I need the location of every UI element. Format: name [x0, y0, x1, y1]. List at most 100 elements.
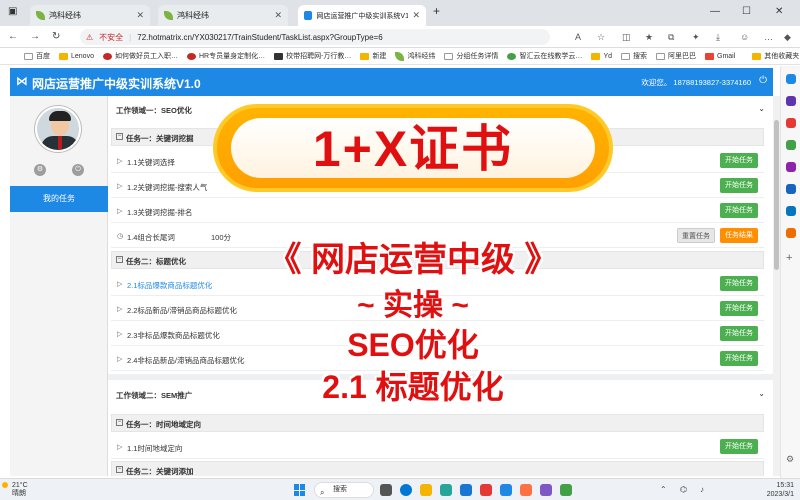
- office-icon[interactable]: [786, 184, 796, 194]
- download-icon[interactable]: ⤓: [716, 32, 720, 43]
- bookmark-hongke[interactable]: 鸿科经纬: [395, 51, 435, 61]
- power-icon[interactable]: ⏻: [759, 75, 767, 86]
- page-scrollbar[interactable]: [773, 96, 780, 476]
- bookmark-group-task[interactable]: 分组任务详情: [444, 51, 498, 61]
- page-icon: [24, 52, 33, 60]
- system-clock[interactable]: 15:31 2023/3/1: [754, 481, 794, 499]
- browser-tab-3-active[interactable]: 网店运营推广中级实训系统V1.0 ✕: [298, 5, 426, 26]
- start-task-button[interactable]: 开始任务: [720, 326, 758, 341]
- bookmark-search[interactable]: 搜索: [621, 51, 647, 61]
- task-view-icon[interactable]: [380, 484, 392, 496]
- close-tab-icon[interactable]: ✕: [412, 10, 420, 21]
- bookmark-recruit[interactable]: 校带招聘网-万行教…: [274, 51, 351, 61]
- refresh-icon[interactable]: ↻: [52, 31, 60, 42]
- scrollbar-thumb[interactable]: [774, 120, 779, 270]
- task-row: ▷ 1.1时间地域定向 开始任务: [111, 435, 764, 459]
- close-window-button[interactable]: ✕: [775, 6, 783, 17]
- settings-icon[interactable]: ⚙: [786, 454, 794, 465]
- bookmark-lenovo[interactable]: Lenovo: [59, 52, 94, 60]
- bookmark-onboarding[interactable]: 如何做好员工入职…: [102, 51, 178, 61]
- search-icon[interactable]: [786, 74, 796, 84]
- bookmark-zhihui[interactable]: 智汇云在线教学云…: [507, 51, 582, 61]
- bookmark-label: 鸿科经纬: [407, 53, 436, 60]
- taskbar-search[interactable]: ⌕ 搜索: [314, 482, 374, 498]
- url-field[interactable]: ⚠ 不安全 | 72.hotmatrix.cn/YX030217/TrainSt…: [80, 29, 550, 45]
- windows-start-icon[interactable]: [294, 484, 306, 496]
- tab-title: 网店运营推广中级实训系统V1.0: [316, 12, 409, 20]
- maximize-button[interactable]: ☐: [742, 6, 751, 17]
- task-label[interactable]: 2.1标品爆款商品标题优化: [127, 280, 212, 291]
- nav-my-tasks[interactable]: 我的任务: [10, 186, 108, 212]
- favorites-icon[interactable]: ★: [645, 32, 653, 43]
- read-aloud-icon[interactable]: A: [575, 32, 581, 42]
- chevron-down-icon[interactable]: ⌄: [758, 389, 765, 398]
- copilot-icon[interactable]: [786, 96, 796, 106]
- app-icon[interactable]: [520, 484, 532, 496]
- collections-icon[interactable]: ⧉: [668, 32, 674, 43]
- new-tab-button[interactable]: +: [433, 4, 440, 18]
- bookmark-other[interactable]: 其他收藏夹: [752, 51, 799, 61]
- app-icon[interactable]: [500, 484, 512, 496]
- outlook-icon[interactable]: [786, 206, 796, 216]
- collapse-icon[interactable]: −: [116, 419, 123, 426]
- wps-icon[interactable]: [480, 484, 492, 496]
- tools-icon[interactable]: [786, 140, 796, 150]
- address-bar-row: ← → ↻ ⚠ 不安全 | 72.hotmatrix.cn/YX030217/T…: [0, 26, 800, 48]
- split-screen-icon[interactable]: ◫: [622, 32, 631, 43]
- bookmark-hr[interactable]: HR专员量身定制化…: [186, 51, 265, 61]
- start-task-button[interactable]: 开始任务: [720, 178, 758, 193]
- task-header-keyword-add[interactable]: − 任务二：关键词添加: [111, 461, 764, 476]
- tab-actions-icon[interactable]: ▣: [8, 6, 17, 17]
- volume-icon[interactable]: ♪: [700, 485, 704, 494]
- store-icon[interactable]: [440, 484, 452, 496]
- extensions-icon[interactable]: ✦: [692, 32, 700, 43]
- settings-icon[interactable]: ⚙: [34, 164, 46, 176]
- bookmark-alibaba[interactable]: 阿里巴巴: [656, 51, 696, 61]
- back-icon[interactable]: ←: [8, 31, 18, 42]
- task-header-time-region[interactable]: − 任务一：时间地域定向: [111, 414, 764, 432]
- close-tab-icon[interactable]: ✕: [136, 10, 144, 21]
- start-task-button[interactable]: 开始任务: [720, 203, 758, 218]
- profile-icon[interactable]: ☺: [740, 32, 749, 42]
- shopping-icon[interactable]: [786, 118, 796, 128]
- reset-task-button[interactable]: 重置任务: [677, 228, 715, 243]
- network-icon[interactable]: ⌬: [680, 485, 687, 494]
- weather-widget[interactable]: 21°C 晴朗: [12, 482, 28, 498]
- logout-icon[interactable]: ⏻: [72, 164, 84, 176]
- bookmark-new[interactable]: 新建: [360, 51, 386, 61]
- task-label: 1.2关键词挖掘-搜索人气: [127, 183, 208, 192]
- copilot-icon[interactable]: ◆: [784, 32, 791, 43]
- app-icon[interactable]: [460, 484, 472, 496]
- tab-title: 鸿科经纬: [49, 11, 81, 20]
- start-task-button[interactable]: 开始任务: [720, 439, 758, 454]
- collapse-icon[interactable]: −: [116, 466, 123, 473]
- bookmark-label: Gmail: [717, 52, 736, 60]
- start-task-button[interactable]: 开始任务: [720, 276, 758, 291]
- collapse-icon[interactable]: −: [116, 256, 123, 263]
- bookmark-baidu[interactable]: 百度: [24, 51, 50, 61]
- play-icon: ▷: [117, 444, 123, 451]
- app-icon[interactable]: [540, 484, 552, 496]
- forward-icon[interactable]: →: [30, 31, 40, 42]
- close-tab-icon[interactable]: ✕: [274, 10, 282, 21]
- browser-tab-1[interactable]: 鸿科经纬 ✕: [30, 5, 150, 26]
- star-icon[interactable]: ☆: [597, 32, 605, 43]
- file-explorer-icon[interactable]: [420, 484, 432, 496]
- start-task-button[interactable]: 开始任务: [720, 301, 758, 316]
- collapse-icon[interactable]: −: [116, 133, 123, 140]
- more-icon[interactable]: …: [764, 32, 773, 42]
- minimize-button[interactable]: —: [710, 6, 720, 17]
- start-task-button[interactable]: 开始任务: [720, 153, 758, 168]
- chevron-down-icon[interactable]: ⌄: [758, 104, 765, 113]
- apps-icon[interactable]: [786, 228, 796, 238]
- bookmark-gmail[interactable]: Gmail: [705, 52, 736, 60]
- edge-icon[interactable]: [400, 484, 412, 496]
- start-task-button[interactable]: 开始任务: [720, 351, 758, 366]
- task-result-button[interactable]: 任务结果: [720, 228, 758, 243]
- games-icon[interactable]: [786, 162, 796, 172]
- bookmark-yd[interactable]: Yd: [591, 52, 612, 60]
- browser-tab-2[interactable]: 鸿科经纬 ✕: [158, 5, 288, 26]
- add-icon[interactable]: +: [786, 252, 792, 264]
- tray-chevron-icon[interactable]: ⌃: [660, 485, 667, 494]
- wechat-icon[interactable]: [560, 484, 572, 496]
